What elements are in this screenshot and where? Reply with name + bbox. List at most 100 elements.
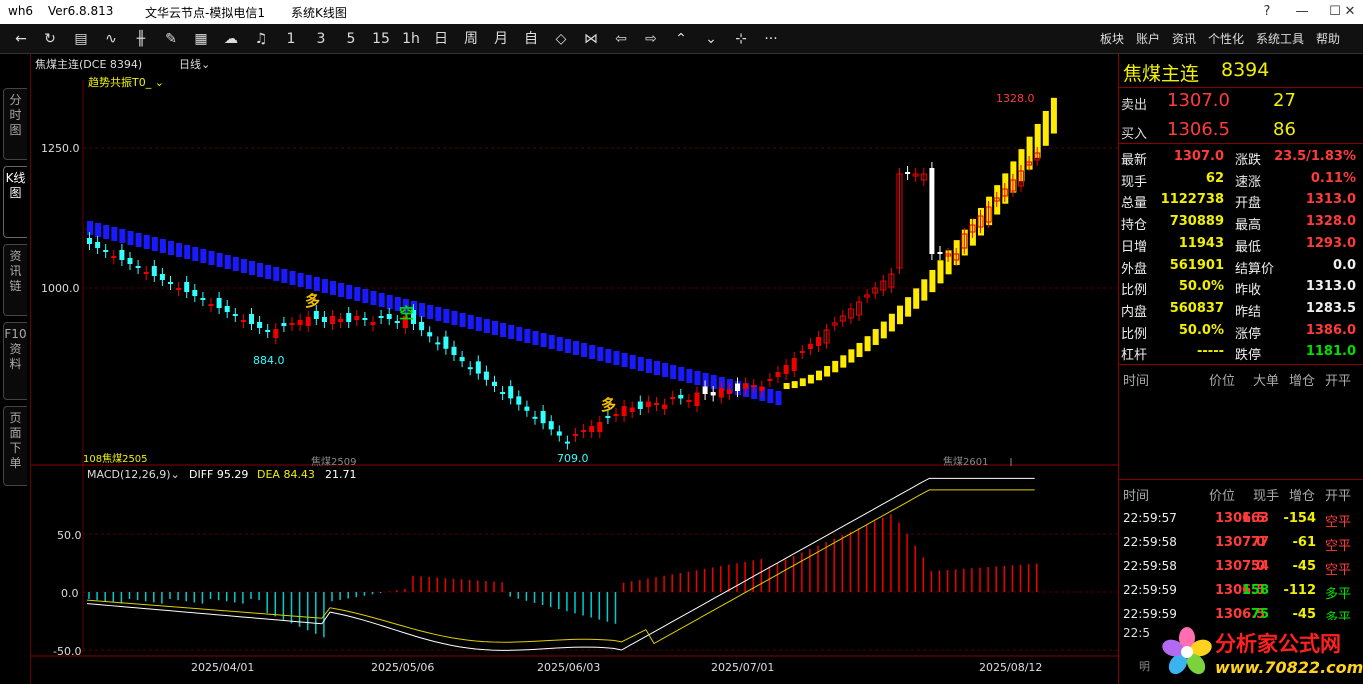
bigorder-header: 增仓 bbox=[1289, 374, 1316, 389]
quote-label: 最低 bbox=[1235, 239, 1262, 255]
quote-name: 焦煤主连 bbox=[1123, 63, 1200, 85]
tab-news[interactable]: 资讯链 bbox=[3, 244, 27, 316]
date-label: 2025/06/03 bbox=[537, 661, 601, 674]
tick-time: 22:59:59 bbox=[1123, 607, 1177, 621]
candle bbox=[483, 371, 489, 380]
left-arrow-icon[interactable]: ⇦ bbox=[610, 29, 632, 49]
candle bbox=[338, 319, 344, 322]
quote-row: 总量 1122738 开盘 1313.0 bbox=[1119, 189, 1363, 211]
menu-item-5[interactable]: 帮助 bbox=[1316, 30, 1340, 47]
quote-label: 比例 bbox=[1121, 283, 1148, 299]
period-button-4[interactable]: 1h bbox=[400, 29, 422, 49]
trend-band-segment bbox=[168, 241, 174, 255]
period-button-0[interactable]: 1 bbox=[280, 29, 302, 49]
tick-volume: 158 bbox=[1241, 583, 1269, 598]
zoom-out-icon[interactable]: ⋈ bbox=[580, 29, 602, 49]
trend-band-segment bbox=[427, 305, 434, 319]
bell-icon[interactable]: ♫ bbox=[250, 29, 272, 49]
tick-row: 22:59:58 1307.0 77 -61 空平 bbox=[1119, 532, 1363, 554]
candle bbox=[467, 367, 473, 370]
quote-value: 560837 bbox=[1169, 300, 1224, 316]
quote-value: 0.11% bbox=[1310, 170, 1356, 186]
menu-item-0[interactable]: 板块 bbox=[1100, 30, 1124, 47]
candle bbox=[184, 282, 190, 292]
quote-value: 730889 bbox=[1169, 214, 1224, 230]
menu-item-4[interactable]: 系统工具 bbox=[1256, 30, 1304, 47]
tab-f10[interactable]: F10资料 bbox=[3, 322, 27, 400]
period-button-8[interactable]: 自 bbox=[520, 29, 542, 49]
candle bbox=[321, 317, 327, 322]
trend-band-segment bbox=[111, 227, 118, 241]
trend-band-segment bbox=[265, 265, 272, 279]
line-chart-icon[interactable]: ∿ bbox=[100, 29, 122, 49]
candle bbox=[540, 411, 546, 424]
trend-band-segment bbox=[338, 283, 345, 297]
minimize-button[interactable]: — bbox=[1287, 2, 1317, 22]
candlestick-icon[interactable]: ╫ bbox=[130, 29, 152, 49]
trend-band-segment bbox=[629, 355, 636, 369]
trend-band-segment bbox=[921, 279, 928, 301]
candle bbox=[710, 392, 716, 396]
menu-item-3[interactable]: 个性化 bbox=[1208, 30, 1244, 47]
list-icon[interactable]: ▤ bbox=[70, 29, 92, 49]
macd-title[interactable]: MACD(12,26,9)⌄ bbox=[87, 468, 180, 481]
symbol-label: 焦煤主连(DCE 8394) bbox=[35, 58, 143, 71]
up-icon[interactable]: ⌃ bbox=[670, 29, 692, 49]
server-name: 文华云节点-模拟电信1 bbox=[145, 6, 265, 20]
tab-order[interactable]: 页面下单 bbox=[3, 406, 27, 486]
tab-timeshare[interactable]: 分时图 bbox=[3, 88, 27, 160]
period-button-2[interactable]: 5 bbox=[340, 29, 362, 49]
quote-label: 速涨 bbox=[1235, 174, 1262, 190]
right-arrow-icon[interactable]: ⇨ bbox=[640, 29, 662, 49]
period-button-3[interactable]: 15 bbox=[370, 29, 392, 49]
period-button-5[interactable]: 日 bbox=[430, 29, 452, 49]
trend-band-segment bbox=[605, 349, 612, 363]
period-select[interactable]: 日线⌄ bbox=[179, 56, 210, 72]
period-button-7[interactable]: 月 bbox=[490, 29, 512, 49]
kline-chart[interactable] bbox=[31, 54, 1119, 684]
candle bbox=[799, 351, 805, 353]
bigorder-header: 大单 bbox=[1253, 374, 1280, 389]
candle bbox=[548, 421, 554, 430]
dea-line bbox=[86, 489, 1035, 645]
refresh-icon[interactable]: ↻ bbox=[39, 29, 61, 49]
candle bbox=[459, 357, 465, 362]
quote-label[interactable]: 结算价 bbox=[1235, 258, 1274, 277]
down-icon[interactable]: ⌄ bbox=[700, 29, 722, 49]
tick-row: 22:59:58 1307.0 54 -45 空平 bbox=[1119, 556, 1363, 578]
quote-label: 涨跌 bbox=[1235, 153, 1262, 168]
bigorder-header: 价位 bbox=[1209, 374, 1236, 389]
candle bbox=[508, 386, 514, 399]
candle bbox=[354, 316, 360, 320]
candle bbox=[370, 322, 376, 325]
zoom-in-icon[interactable]: ◇ bbox=[550, 29, 572, 49]
quote-label: 开盘 bbox=[1235, 196, 1262, 212]
candle bbox=[621, 406, 627, 416]
back-icon[interactable]: ← bbox=[10, 29, 32, 49]
trend-band-segment bbox=[913, 288, 920, 309]
tick-volume: 163 bbox=[1241, 511, 1269, 526]
close-button[interactable]: ✕ bbox=[1335, 2, 1363, 22]
tab-partial[interactable]: 明 bbox=[1139, 658, 1150, 674]
cloud-icon[interactable]: ☁ bbox=[220, 29, 242, 49]
macd-axis-0: 0.0 bbox=[61, 587, 79, 600]
quote-label: 昨结 bbox=[1235, 304, 1262, 320]
grid-icon[interactable]: ▦ bbox=[190, 29, 212, 49]
candle bbox=[937, 252, 943, 254]
tick-header: 开平 bbox=[1325, 489, 1352, 504]
tab-kline[interactable]: K线图 bbox=[3, 166, 27, 238]
menu-item-2[interactable]: 资讯 bbox=[1172, 30, 1196, 47]
tick-header: 增仓 bbox=[1289, 489, 1316, 504]
more-icon[interactable]: ··· bbox=[760, 29, 782, 49]
crosshair-icon[interactable]: ⊹ bbox=[730, 29, 752, 49]
period-button-1[interactable]: 3 bbox=[310, 29, 332, 49]
help-button[interactable]: ? bbox=[1252, 2, 1282, 22]
candle bbox=[759, 386, 765, 391]
trend-band-segment bbox=[556, 337, 563, 351]
chart-area[interactable]: 焦煤主连(DCE 8394) 日线⌄ 趋势共振T0_ ⌄ 1250.0 1000… bbox=[30, 54, 1119, 684]
quote-value: 1181.0 bbox=[1305, 344, 1356, 360]
indicator-label[interactable]: 趋势共振T0_ ⌄ bbox=[88, 74, 164, 90]
draw-icon[interactable]: ✎ bbox=[160, 29, 182, 49]
period-button-6[interactable]: 周 bbox=[460, 29, 482, 49]
menu-item-1[interactable]: 账户 bbox=[1136, 30, 1160, 47]
